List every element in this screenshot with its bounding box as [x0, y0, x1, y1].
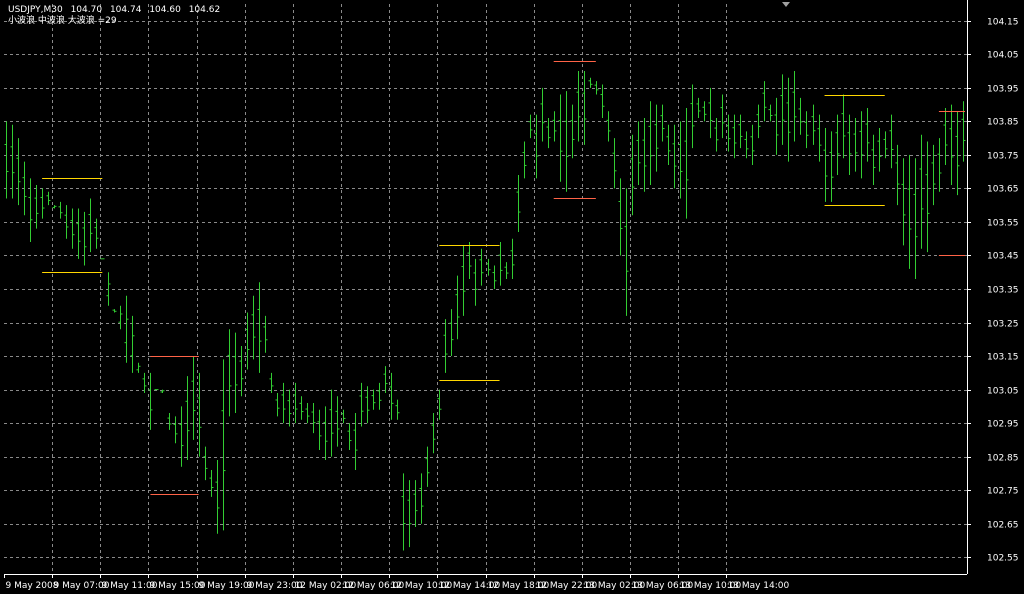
high-value: 104.74: [109, 5, 142, 15]
chart-header: USDJPY,M30 104.70 104.74 104.60 104.62: [8, 5, 220, 16]
y-tick-label: 104.05: [987, 51, 1019, 61]
x-tick-label: 9 May 15:00: [150, 581, 206, 591]
y-tick-label: 104.15: [987, 18, 1019, 28]
y-tick-label: 103.85: [987, 118, 1019, 128]
y-tick-label: 102.85: [987, 454, 1019, 464]
y-tick-label: 103.45: [987, 252, 1019, 262]
y-tick-label: 103.05: [987, 387, 1019, 397]
y-tick-label: 102.75: [987, 487, 1019, 497]
y-tick-label: 103.15: [987, 353, 1019, 363]
close-value: 104.62: [188, 5, 221, 15]
y-tick-label: 103.25: [987, 320, 1019, 330]
open-value: 104.70: [70, 5, 103, 15]
indicator-label: 小波浪 中波浪 大波浪 =29: [8, 16, 117, 26]
y-tick-label: 102.55: [987, 554, 1019, 564]
x-tick-label: 9 May 2008: [6, 581, 59, 591]
symbol-label: USDJPY,M30: [8, 5, 63, 15]
low-value: 104.60: [149, 5, 181, 15]
y-tick-label: 103.75: [987, 152, 1019, 162]
y-tick-label: 103.65: [987, 185, 1019, 195]
x-tick-label: 13 May 14:00: [728, 581, 790, 591]
y-tick-label: 102.65: [987, 521, 1019, 531]
y-tick-label: 102.95: [987, 420, 1019, 430]
chart-background: [0, 0, 1024, 594]
price-chart[interactable]: 104.15 104.05 103.95 103.85 103.75 103.65 103.…: [0, 0, 1024, 594]
y-tick-label: 103.55: [987, 219, 1019, 229]
y-tick-label: 103.35: [987, 286, 1019, 296]
y-tick-label: 103.95: [987, 85, 1019, 95]
